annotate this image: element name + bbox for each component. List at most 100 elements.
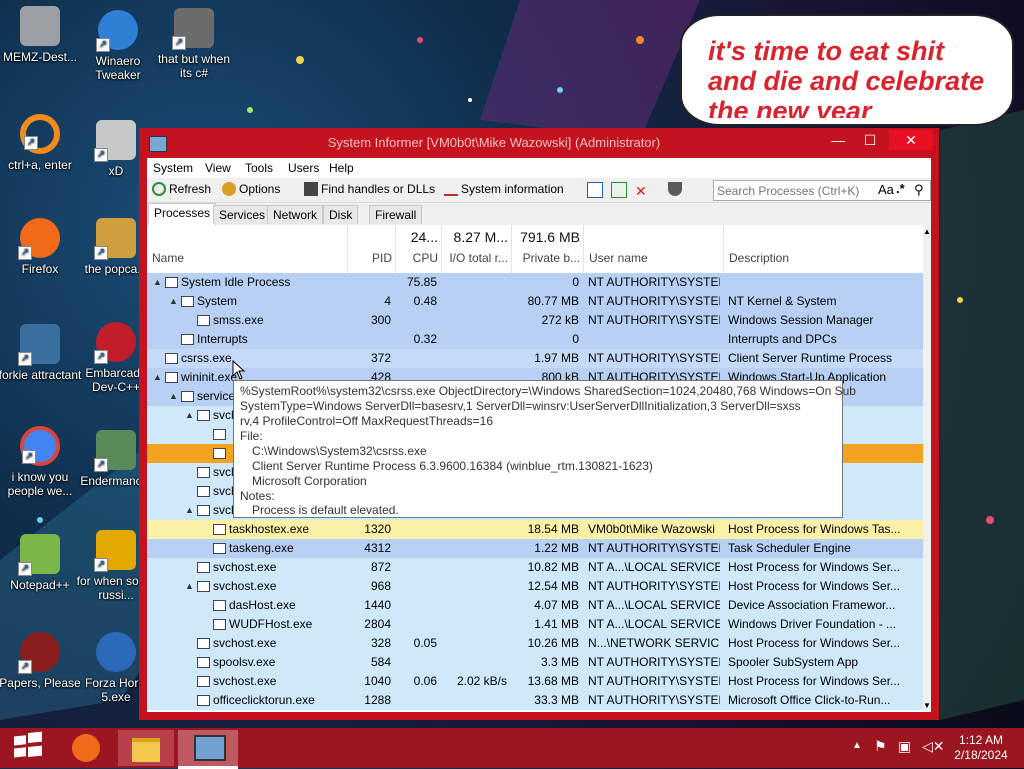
desktop-icon-notepadpp[interactable]: ↗ Notepad++ xyxy=(0,534,82,592)
process-cpu: 0.32 xyxy=(413,332,437,346)
options-button[interactable]: Options xyxy=(222,182,280,196)
binoculars-icon xyxy=(304,182,318,196)
start-button[interactable] xyxy=(0,730,56,766)
volume-muted-icon[interactable]: ◁✕ xyxy=(922,738,945,755)
shield-icon xyxy=(668,182,682,196)
desktop-icon-chrome[interactable]: ↗ i know you people we... xyxy=(0,426,82,498)
case-sensitive-toggle[interactable]: Aa xyxy=(878,182,894,197)
taskbar-system-informer[interactable] xyxy=(178,730,238,769)
process-row[interactable]: taskeng.exe 4312 1.22 MB NT AUTHORITY\SYSTE… xyxy=(147,539,923,558)
shield-button[interactable] xyxy=(668,182,685,196)
tree-expander-icon[interactable]: ▲ xyxy=(169,387,178,406)
tooltip-line: Notes: xyxy=(240,489,275,503)
process-row[interactable]: ▲ svchost.exe 968 12.54 MB NT AUTHORITY\SYST… xyxy=(147,577,923,596)
process-tooltip: %SystemRoot%\system32\csrss.exe ObjectDi… xyxy=(233,380,856,518)
desktop-icon-csharp[interactable]: ↗ that but when its c# xyxy=(152,8,236,80)
tree-expander-icon[interactable]: ▲ xyxy=(169,292,178,311)
desktop-icon-label: ctrl+a, enter xyxy=(8,158,72,172)
window-button[interactable] xyxy=(587,182,606,198)
desktop-icon-memz[interactable]: MEMZ-Dest... xyxy=(0,6,82,64)
process-row[interactable]: smss.exe 300 272 kB NT AUTHORITY\SYSTEM Wind… xyxy=(147,311,923,330)
process-row[interactable]: svchost.exe 1040 0.06 2.02 kB/s 13.68 MB NT A… xyxy=(147,672,923,691)
scroll-down-arrow-icon[interactable]: ▼ xyxy=(923,701,931,710)
tree-expander-icon[interactable]: ▲ xyxy=(185,577,194,596)
column-cpu[interactable]: 24... CPU xyxy=(395,225,442,273)
process-row[interactable]: ▲ System Idle Process 75.85 0 NT AUTHORITY\S… xyxy=(147,273,923,292)
find-handles-button[interactable]: Find handles or DLLs xyxy=(304,182,435,196)
refresh-icon xyxy=(152,182,166,196)
tree-expander-icon[interactable]: ▲ xyxy=(153,273,162,292)
system-information-button[interactable]: System information xyxy=(444,182,564,196)
toolbar: Refresh Options Find handles or DLLs Sys… xyxy=(147,178,931,203)
shortcut-arrow-icon: ↗ xyxy=(18,246,32,260)
de-icon: ↗ xyxy=(94,530,136,572)
column-user[interactable]: User name xyxy=(583,225,724,273)
process-row[interactable]: taskhostex.exe 1320 18.54 MB VM0b0t\Mike Wa… xyxy=(147,520,923,539)
tree-expander-icon[interactable]: ▲ xyxy=(185,501,194,520)
search-input[interactable] xyxy=(714,181,869,200)
process-icon xyxy=(181,296,194,307)
menu-help[interactable]: Help xyxy=(329,161,354,175)
search-icon[interactable]: ⚲ xyxy=(914,182,924,198)
desktop-icon-label: MEMZ-Dest... xyxy=(3,50,77,64)
tab-processes[interactable]: Processes xyxy=(148,203,217,225)
process-row[interactable]: dasHost.exe 1440 4.07 MB NT A...\LOCAL SERV… xyxy=(147,596,923,615)
process-row[interactable]: csrss.exe 372 1.97 MB NT AUTHORITY\SYSTEM Cl… xyxy=(147,349,923,368)
tab-firewall[interactable]: Firewall xyxy=(369,205,423,224)
tree-expander-icon[interactable]: ▲ xyxy=(185,406,194,425)
process-row[interactable]: ▲ System 4 0.48 80.77 MB NT AUTHORITY\SYSTEM N… xyxy=(147,292,923,311)
desktop-icon-label: Notepad++ xyxy=(10,578,70,592)
go-to-button[interactable] xyxy=(611,182,630,198)
network-icon[interactable]: ▣ xyxy=(898,738,911,755)
column-private[interactable]: 791.6 MB Private b... xyxy=(511,225,584,273)
clock[interactable]: 1:12 AM 2/18/2024 xyxy=(944,733,1018,763)
scroll-up-arrow-icon[interactable]: ▲ xyxy=(923,227,931,236)
refresh-button[interactable]: Refresh xyxy=(152,182,211,196)
column-description[interactable]: Description xyxy=(723,225,923,273)
tab-services[interactable]: Services xyxy=(213,205,272,224)
process-row[interactable]: svchost.exe 872 10.82 MB NT A...\LOCAL SERV… xyxy=(147,558,923,577)
desktop-icon-label: Papers, Please xyxy=(0,676,81,690)
desktop-icon-papers-please[interactable]: ↗ Papers, Please xyxy=(0,632,82,690)
process-icon xyxy=(197,467,210,478)
process-private-bytes: 272 kB xyxy=(541,313,579,327)
process-row[interactable]: svchost.exe 328 0.05 10.26 MB N...\NETWORK S… xyxy=(147,634,923,653)
process-row[interactable]: officeclicktorun.exe 1288 33.3 MB NT AUTHOR… xyxy=(147,691,923,710)
process-icon xyxy=(197,695,210,706)
menu-users[interactable]: Users xyxy=(288,161,319,175)
process-row[interactable]: WUDFHost.exe 2804 1.41 MB NT A...\LOCAL SER… xyxy=(147,615,923,634)
minimize-button[interactable]: — xyxy=(823,130,853,150)
folder-icon xyxy=(132,738,160,762)
terminate-button[interactable]: ✕ xyxy=(635,182,650,199)
process-row[interactable]: Interrupts 0.32 0 Interrupts and DPCs xyxy=(147,330,923,349)
flag-icon[interactable]: ⚑ xyxy=(874,738,887,755)
title-bar[interactable]: System Informer [VM0b0t\Mike Wazowski] (… xyxy=(139,128,939,158)
column-io[interactable]: 8.27 M... I/O total r... xyxy=(441,225,512,273)
maximize-button[interactable]: ☐ xyxy=(855,130,885,150)
window-icon: ↗ xyxy=(94,430,136,472)
taskbar-file-explorer[interactable] xyxy=(118,730,174,766)
process-row[interactable]: spoolsv.exe 584 3.3 MB NT AUTHORITY\SYSTEM S… xyxy=(147,653,923,672)
show-hidden-icons[interactable]: ▲ xyxy=(852,740,862,751)
vertical-scrollbar[interactable]: ▲ ▼ xyxy=(923,225,931,712)
desktop-icon-winaero[interactable]: ↗ Winaero Tweaker xyxy=(76,10,160,82)
tree-expander-icon[interactable]: ▲ xyxy=(153,368,162,387)
process-private-bytes: 13.68 MB xyxy=(527,674,579,688)
menu-system[interactable]: System xyxy=(153,161,193,175)
close-button[interactable]: ✕ xyxy=(889,130,933,150)
column-pid[interactable]: PID xyxy=(347,225,396,273)
tab-network[interactable]: Network xyxy=(267,205,324,224)
column-name[interactable]: Name xyxy=(147,225,347,273)
tab-disk[interactable]: Disk xyxy=(323,205,359,224)
desktop-icon-ctrl-a[interactable]: ↗ ctrl+a, enter xyxy=(0,114,82,172)
process-private-bytes: 0 xyxy=(572,332,579,346)
taskbar-firefox[interactable] xyxy=(60,730,114,766)
menu-tools[interactable]: Tools xyxy=(245,161,273,175)
process-io: 2.02 kB/s xyxy=(456,674,507,688)
menu-view[interactable]: View xyxy=(205,161,231,175)
desktop-icon-forkie[interactable]: ↗ forkie attractant xyxy=(0,324,82,382)
regex-toggle[interactable]: .* xyxy=(896,181,905,196)
desktop-icon-firefox[interactable]: ↗ Firefox xyxy=(0,218,82,276)
process-name: svchost.exe xyxy=(213,579,277,593)
process-description: Host Process for Windows Ser... xyxy=(728,636,901,650)
